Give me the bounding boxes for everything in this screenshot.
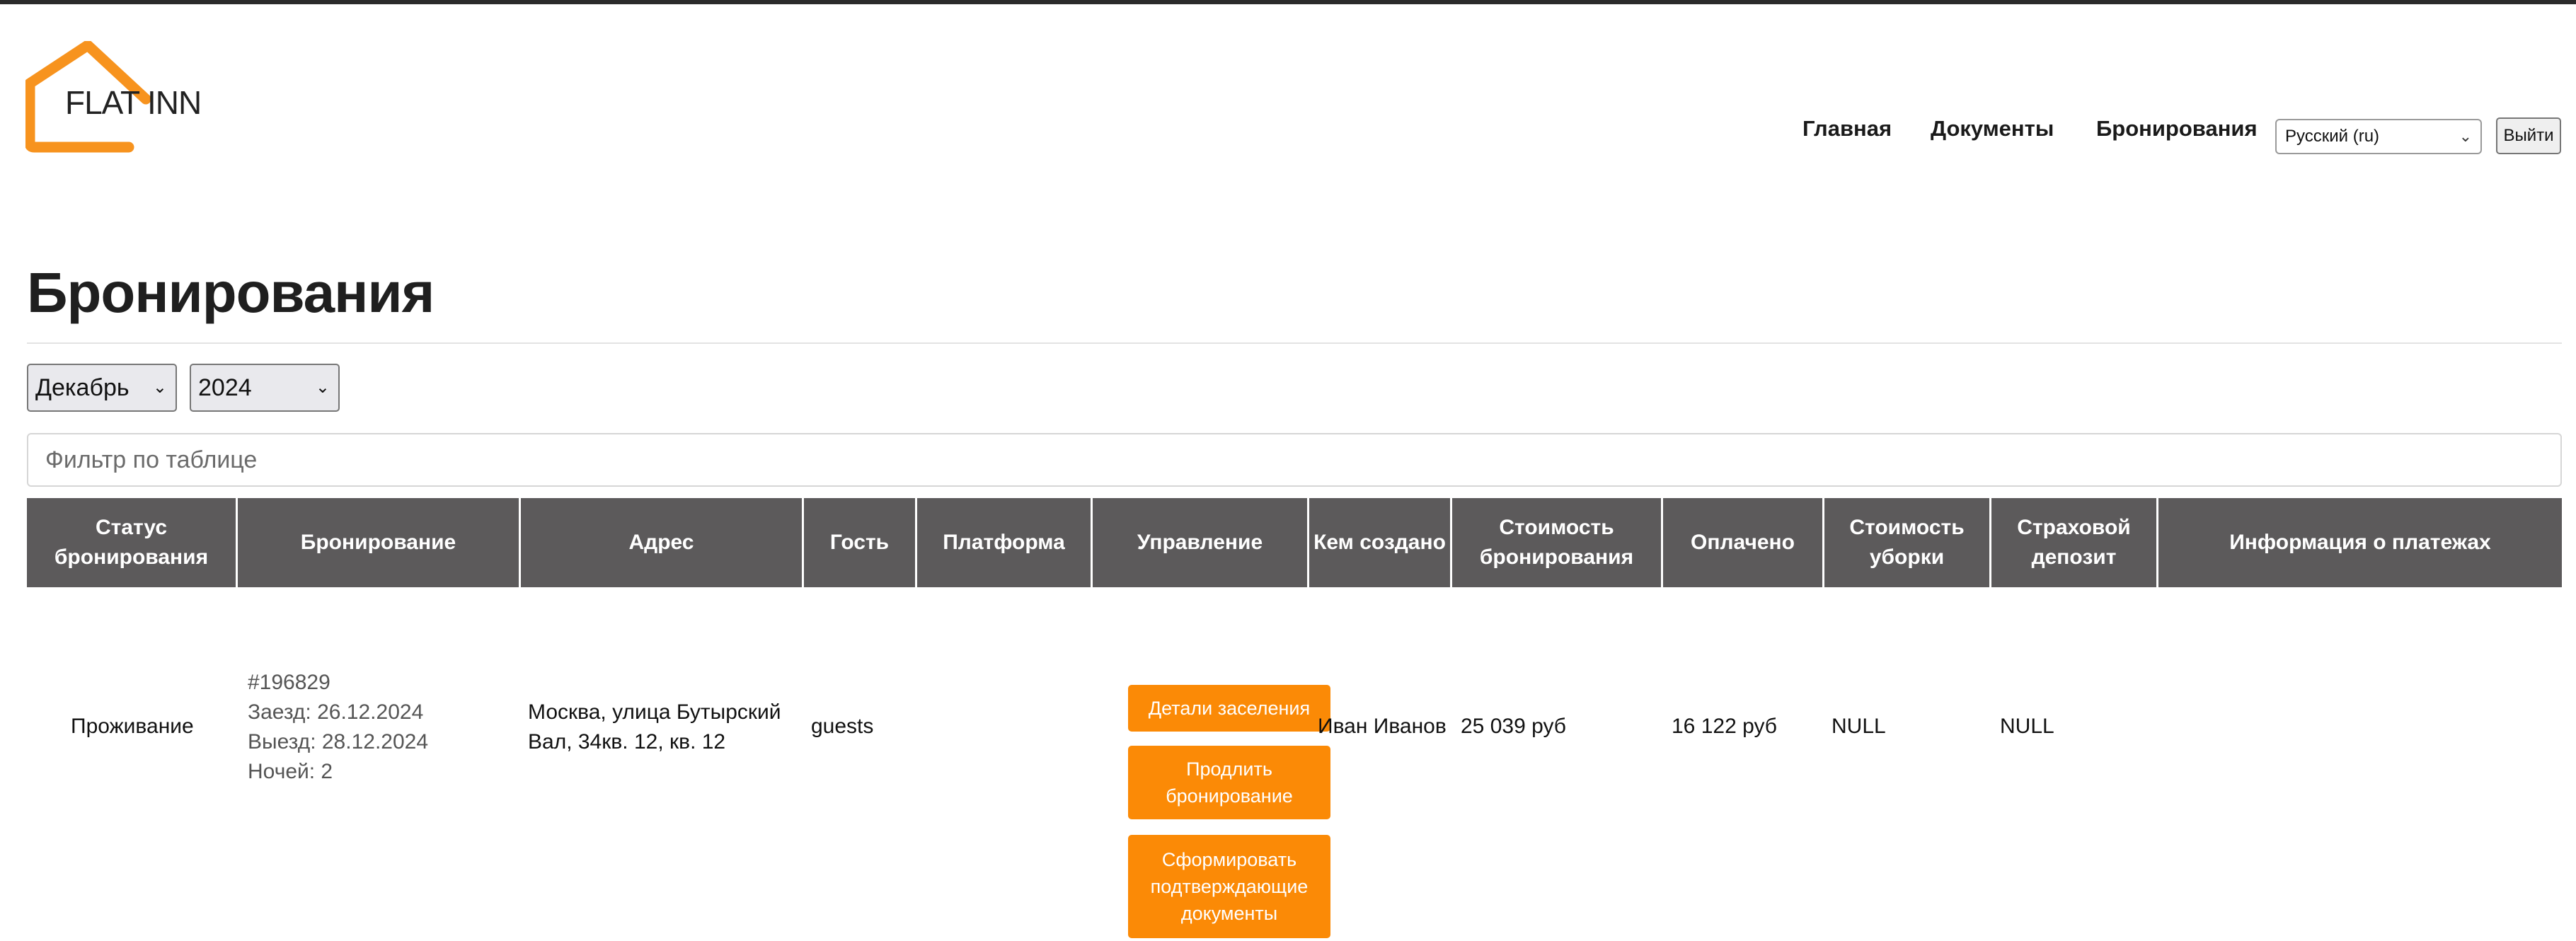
column-header-platform[interactable]: Платформа bbox=[917, 498, 1093, 587]
chevron-down-icon: ⌄ bbox=[315, 378, 330, 397]
cell-booking-id: #196829 bbox=[248, 671, 330, 694]
cell-status: Проживание bbox=[71, 715, 194, 738]
year-select[interactable]: 2024 ⌄ bbox=[190, 364, 340, 412]
column-header-paid[interactable]: Оплачено bbox=[1663, 498, 1824, 587]
cell-guest: guests bbox=[811, 715, 874, 738]
column-header-status[interactable]: Статус бронирования bbox=[27, 498, 238, 587]
column-header-guest[interactable]: Гость bbox=[804, 498, 917, 587]
generate-documents-button[interactable]: Сформировать подтверждающие документы bbox=[1128, 835, 1330, 938]
month-select-value: Декабрь bbox=[35, 374, 130, 401]
year-select-value: 2024 bbox=[198, 374, 252, 401]
checkin-details-button[interactable]: Детали заселения bbox=[1128, 685, 1330, 732]
column-header-booking[interactable]: Бронирование bbox=[238, 498, 521, 587]
month-select[interactable]: Декабрь ⌄ bbox=[27, 364, 177, 412]
column-header-payment-info[interactable]: Информация о платежах bbox=[2158, 498, 2562, 587]
column-header-address[interactable]: Адрес bbox=[521, 498, 804, 587]
column-header-deposit[interactable]: Страховой депозит bbox=[1991, 498, 2158, 587]
cell-check-out: Выезд: 28.12.2024 bbox=[248, 730, 429, 754]
table-row: Проживание #196829 Заезд: 26.12.2024 Вые… bbox=[27, 587, 2562, 941]
title-divider bbox=[27, 342, 2562, 344]
cell-booking-cost: 25 039 руб bbox=[1461, 715, 1566, 738]
nav-home[interactable]: Главная bbox=[1802, 116, 1892, 156]
column-header-created-by[interactable]: Кем создано bbox=[1309, 498, 1452, 587]
page-title: Бронирования bbox=[27, 261, 435, 324]
chevron-down-icon: ⌄ bbox=[152, 378, 167, 397]
logo-text: FLAT INN bbox=[65, 84, 202, 121]
cell-address: Москва, улица Бутырский Вал, 34кв. 12, к… bbox=[528, 700, 781, 754]
table-filter-placeholder: Фильтр по таблице bbox=[45, 446, 258, 473]
table-filter-input[interactable]: Фильтр по таблице bbox=[27, 433, 2562, 487]
language-select[interactable]: Русский (ru) ⌄ bbox=[2275, 119, 2482, 154]
cell-deposit: NULL bbox=[2000, 715, 2054, 738]
table-header: Статус бронирования Бронирование Адрес Г… bbox=[27, 498, 2562, 587]
language-select-value: Русский (ru) bbox=[2285, 127, 2380, 146]
cell-created-by: Иван Иванов bbox=[1318, 715, 1447, 738]
cell-cleaning-cost: NULL bbox=[1832, 715, 1886, 738]
cell-check-in: Заезд: 26.12.2024 bbox=[248, 700, 424, 724]
column-header-booking-cost[interactable]: Стоимость бронирования bbox=[1452, 498, 1663, 587]
nav-bookings[interactable]: Бронирования bbox=[2096, 116, 2258, 156]
window-top-border bbox=[0, 0, 2576, 4]
nav-documents[interactable]: Документы bbox=[1931, 116, 2054, 156]
logout-button[interactable]: Выйти bbox=[2496, 117, 2561, 154]
cell-paid: 16 122 руб bbox=[1672, 715, 1777, 738]
chevron-down-icon: ⌄ bbox=[2459, 127, 2472, 145]
extend-booking-button[interactable]: Продлить бронирование bbox=[1128, 746, 1330, 819]
bookings-table: Статус бронирования Бронирование Адрес Г… bbox=[27, 498, 2562, 941]
column-header-actions[interactable]: Управление bbox=[1093, 498, 1309, 587]
cell-nights: Ночей: 2 bbox=[248, 760, 333, 783]
column-header-cleaning-cost[interactable]: Стоимость уборки bbox=[1824, 498, 1991, 587]
